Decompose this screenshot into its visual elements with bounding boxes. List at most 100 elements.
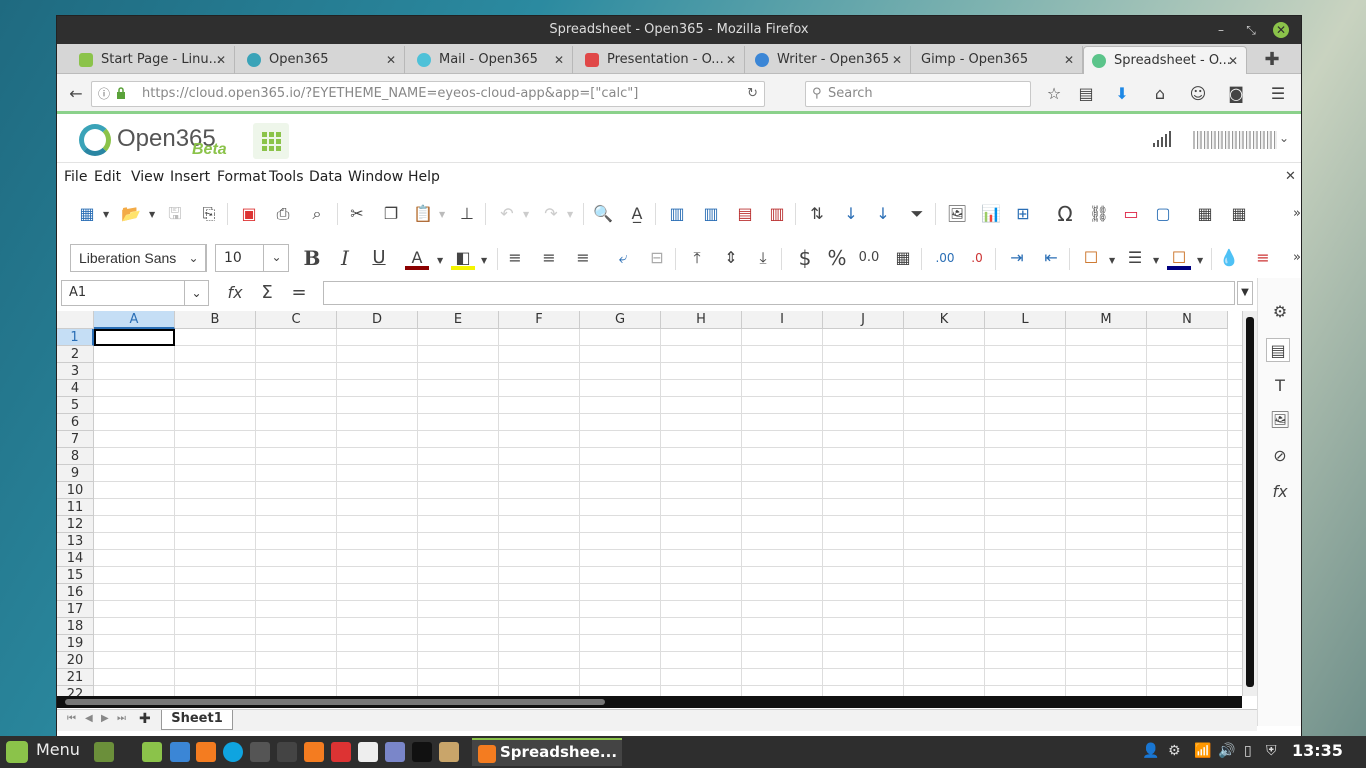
user-avatar[interactable] bbox=[1193, 131, 1277, 149]
chevron-down-icon[interactable]: ▼ bbox=[439, 210, 445, 219]
tab-spreadsheet[interactable]: Spreadsheet - O... ✕ bbox=[1083, 46, 1247, 74]
prev-sheet-icon[interactable]: ◀ bbox=[85, 713, 93, 724]
align-left-icon[interactable]: ≡ bbox=[503, 246, 527, 270]
merge-cells-icon[interactable]: ⊟ bbox=[645, 246, 669, 270]
menu-help[interactable]: Help bbox=[408, 169, 440, 185]
styles-icon[interactable]: T bbox=[1268, 374, 1292, 398]
user-icon[interactable]: 👤 bbox=[1142, 743, 1159, 759]
toolbar-overflow-icon[interactable]: » bbox=[1285, 246, 1309, 270]
highlight-color-icon[interactable]: ◧ bbox=[451, 246, 475, 270]
row-header[interactable]: 13 bbox=[57, 533, 94, 550]
row-header[interactable]: 10 bbox=[57, 482, 94, 499]
menu-insert[interactable]: Insert bbox=[170, 169, 210, 185]
media-player-icon[interactable] bbox=[277, 742, 297, 762]
row-icon[interactable]: ▥ bbox=[665, 202, 689, 226]
copy-icon[interactable]: ❐ bbox=[379, 202, 403, 226]
open-folder-icon[interactable]: 📂 bbox=[119, 202, 143, 226]
align-bottom-icon[interactable]: ⤓ bbox=[751, 246, 775, 270]
shield-icon[interactable]: ⛨ bbox=[1266, 743, 1277, 759]
function-wizard-icon[interactable]: fx bbox=[223, 281, 247, 305]
underline-icon[interactable]: U bbox=[367, 246, 391, 270]
spreadsheet-grid[interactable]: A B C D E F G H I J K L M N 1 2 3 4 5 6 … bbox=[57, 311, 1242, 696]
spelling-icon[interactable]: A̲ bbox=[625, 202, 649, 226]
bookmark-star-icon[interactable]: ☆ bbox=[1043, 83, 1065, 105]
autofilter-icon[interactable]: ⏷ bbox=[905, 202, 929, 226]
wifi-icon[interactable]: 📶 bbox=[1194, 743, 1211, 759]
url-bar[interactable]: ⓘ https://cloud.open365.io/?EYETHEME_NAM… bbox=[91, 81, 765, 107]
print-preview-icon[interactable]: ⌕ bbox=[305, 202, 329, 226]
new-spreadsheet-icon[interactable]: ▦ bbox=[75, 202, 99, 226]
next-sheet-icon[interactable]: ▶ bbox=[101, 713, 109, 724]
define-print-area-icon[interactable]: ▦ bbox=[1193, 202, 1217, 226]
row-header[interactable]: 17 bbox=[57, 601, 94, 618]
border-color-icon[interactable]: ☐ bbox=[1167, 246, 1191, 270]
cell-area[interactable] bbox=[94, 329, 1242, 696]
reading-list-icon[interactable]: ▤ bbox=[1075, 83, 1097, 105]
menu-data[interactable]: Data bbox=[309, 169, 342, 185]
borders-icon[interactable]: ☐ bbox=[1079, 246, 1103, 270]
close-tab-icon[interactable]: ✕ bbox=[216, 46, 226, 74]
chevron-down-icon[interactable]: ▼ bbox=[1109, 256, 1115, 265]
sheet-tab[interactable]: Sheet1 bbox=[161, 710, 233, 730]
close-tab-icon[interactable]: ✕ bbox=[1228, 47, 1238, 74]
hyperlink-icon[interactable]: ⛓ bbox=[1087, 202, 1111, 226]
undo-icon[interactable]: ↶ bbox=[495, 202, 519, 226]
scrollbar-thumb[interactable] bbox=[65, 699, 605, 705]
find-replace-icon[interactable]: 🔍 bbox=[591, 202, 615, 226]
show-desktop-icon[interactable] bbox=[94, 742, 114, 762]
search-bar[interactable]: ⚲ Search bbox=[805, 81, 1031, 107]
open365-logo-icon[interactable] bbox=[79, 124, 111, 156]
row-header[interactable]: 8 bbox=[57, 448, 94, 465]
vlc-icon[interactable] bbox=[304, 742, 324, 762]
file-manager-icon[interactable] bbox=[142, 742, 162, 762]
formula-input[interactable] bbox=[323, 281, 1235, 305]
tab-mail[interactable]: Mail - Open365 ✕ bbox=[409, 46, 573, 74]
menu-window[interactable]: Window bbox=[348, 169, 403, 185]
horizontal-scrollbar[interactable] bbox=[57, 696, 1242, 708]
vertical-scrollbar[interactable] bbox=[1242, 311, 1257, 696]
wrap-text-icon[interactable]: ⤶ bbox=[611, 246, 635, 270]
sort-ascending-icon[interactable]: ↓ bbox=[839, 202, 863, 226]
info-icon[interactable]: ⓘ bbox=[98, 82, 110, 106]
row-header[interactable]: 15 bbox=[57, 567, 94, 584]
row-header[interactable]: 7 bbox=[57, 431, 94, 448]
menu-edit[interactable]: Edit bbox=[94, 169, 121, 185]
firefox-launcher-icon[interactable] bbox=[196, 742, 216, 762]
expand-formula-icon[interactable]: ▼ bbox=[1237, 281, 1253, 305]
column-header[interactable]: B bbox=[175, 311, 256, 329]
row-header[interactable]: 3 bbox=[57, 363, 94, 380]
center-vertically-icon[interactable]: ⇕ bbox=[719, 246, 743, 270]
name-box[interactable]: A1 bbox=[61, 280, 185, 306]
column-header[interactable]: D bbox=[337, 311, 418, 329]
first-sheet-icon[interactable]: ⏮ bbox=[67, 713, 76, 724]
column-header[interactable]: G bbox=[580, 311, 661, 329]
column-header[interactable]: N bbox=[1147, 311, 1228, 329]
row-header[interactable]: 14 bbox=[57, 550, 94, 567]
export-pdf-icon[interactable]: ▣ bbox=[237, 202, 261, 226]
currency-format-icon[interactable]: $ bbox=[793, 246, 817, 270]
home-icon[interactable]: ⌂ bbox=[1149, 83, 1171, 105]
toolbar-overflow-icon[interactable]: » bbox=[1285, 202, 1309, 226]
conditional-format-icon[interactable]: 💧 bbox=[1217, 246, 1241, 270]
chevron-down-icon[interactable]: ⌄ bbox=[181, 244, 207, 272]
clock[interactable]: 13:35 bbox=[1292, 741, 1343, 760]
chevron-down-icon[interactable]: ▼ bbox=[1197, 256, 1203, 265]
steam-icon[interactable] bbox=[250, 742, 270, 762]
column-header[interactable]: A bbox=[94, 311, 175, 329]
menu-format[interactable]: Format bbox=[217, 169, 266, 185]
skype-icon[interactable] bbox=[223, 742, 243, 762]
chevron-down-icon[interactable]: ▼ bbox=[103, 210, 109, 219]
pocket-icon[interactable]: ◙ bbox=[1225, 83, 1247, 105]
number-format-icon[interactable]: 0.0 bbox=[857, 246, 881, 270]
terminal-icon[interactable] bbox=[412, 742, 432, 762]
start-menu-label[interactable]: Menu bbox=[36, 740, 80, 759]
restore-icon[interactable]: ⤡ bbox=[1243, 22, 1259, 38]
chevron-down-icon[interactable]: ▼ bbox=[567, 210, 573, 219]
document-icon[interactable] bbox=[358, 742, 378, 762]
decrease-indent-icon[interactable]: ⇤ bbox=[1039, 246, 1063, 270]
align-center-icon[interactable]: ≡ bbox=[537, 246, 561, 270]
scrollbar-thumb[interactable] bbox=[1246, 317, 1254, 687]
insert-image-icon[interactable]: 🖼 bbox=[945, 202, 969, 226]
print-icon[interactable]: ⎙ bbox=[271, 202, 295, 226]
menu-tools[interactable]: Tools bbox=[269, 169, 304, 185]
